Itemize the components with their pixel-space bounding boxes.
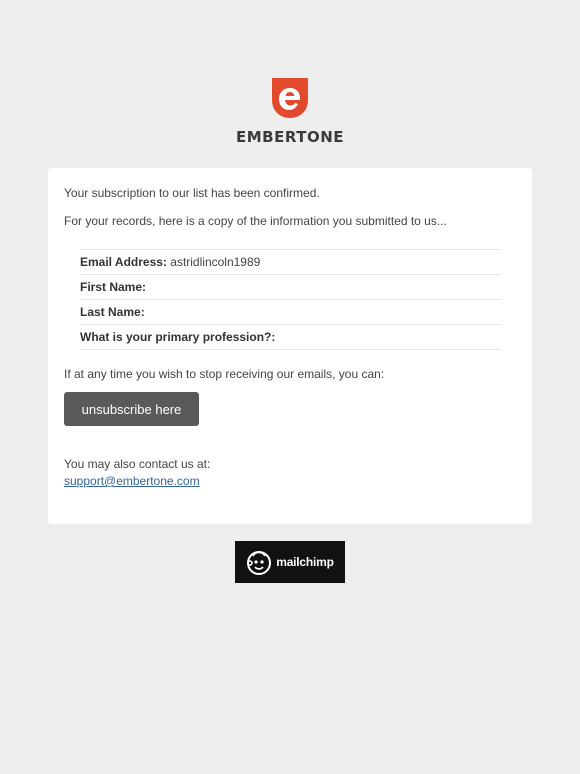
field-label: Last Name: (80, 305, 145, 319)
contact-message: You may also contact us at: (64, 457, 211, 471)
submitted-fields-table: Email Address: astridlincoln1989 First N… (80, 249, 500, 350)
field-label: What is your primary profession?: (80, 330, 276, 344)
mailchimp-freddie-icon (247, 551, 272, 575)
field-label: Email Address: (80, 255, 167, 269)
mailchimp-badge-text: mailchimp (276, 555, 334, 569)
confirmation-message: Your subscription to our list has been c… (64, 186, 320, 200)
support-email-link[interactable]: support@embertone.com (64, 473, 200, 489)
field-row-last-name: Last Name: (80, 300, 500, 325)
mailchimp-badge[interactable]: mailchimp (235, 541, 345, 583)
confirmation-card: Your subscription to our list has been c… (48, 168, 532, 524)
records-message: For your records, here is a copy of the … (64, 214, 447, 228)
field-label: First Name: (80, 280, 147, 294)
unsubscribe-prompt: If at any time you wish to stop receivin… (64, 367, 385, 381)
field-row-first-name: First Name: (80, 275, 500, 300)
field-value: astridlincoln1989 (170, 255, 261, 269)
embertone-logo-icon (272, 78, 308, 118)
field-row-profession: What is your primary profession?: (80, 325, 500, 350)
field-row-email: Email Address: astridlincoln1989 (80, 250, 500, 275)
page: EMBERTONE Your subscription to our list … (0, 0, 580, 774)
brand-name: EMBERTONE (235, 128, 344, 146)
unsubscribe-button[interactable]: unsubscribe here (64, 392, 199, 426)
brand-header: EMBERTONE (0, 76, 580, 146)
